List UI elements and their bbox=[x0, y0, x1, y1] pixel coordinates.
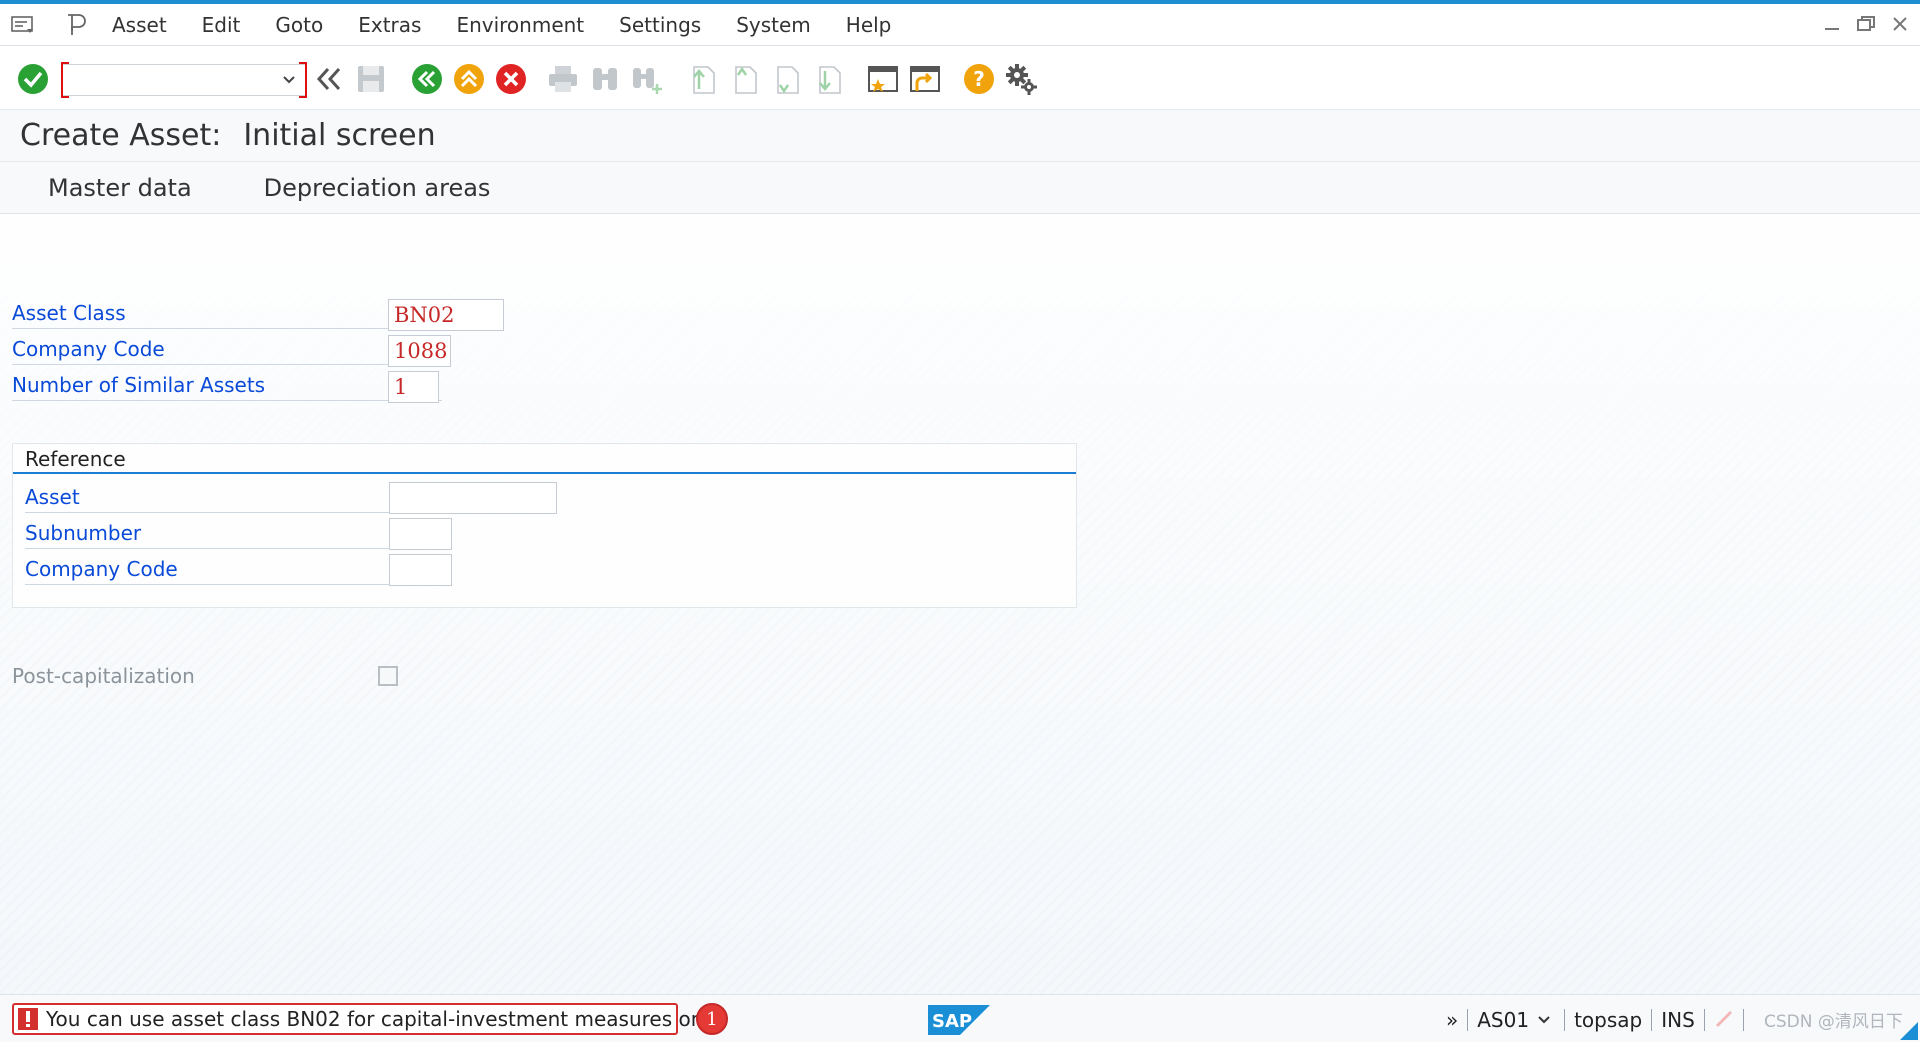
application-toolbar: Master data Depreciation areas bbox=[0, 162, 1920, 214]
main-content: Asset Class BN02 Company Code 1088 Numbe… bbox=[0, 214, 1920, 994]
save-icon bbox=[354, 62, 388, 96]
transaction-code[interactable]: AS01 bbox=[1477, 1008, 1529, 1032]
menu-edit[interactable]: Edit bbox=[200, 9, 243, 41]
help-icon[interactable]: ? bbox=[962, 62, 996, 96]
ref-company-code-label: Company Code bbox=[25, 557, 178, 581]
back-icon[interactable] bbox=[410, 62, 444, 96]
chevron-down-icon[interactable] bbox=[1537, 1011, 1551, 1030]
system-name: topsap bbox=[1574, 1008, 1643, 1032]
find-next-icon bbox=[630, 62, 664, 96]
asset-class-label: Asset Class bbox=[12, 301, 126, 325]
ref-asset-label: Asset bbox=[25, 485, 80, 509]
svg-text:?: ? bbox=[973, 67, 985, 91]
screen-title: Create Asset: Initial screen bbox=[0, 110, 1920, 162]
chevron-down-icon[interactable] bbox=[281, 70, 297, 90]
status-message-text: You can use asset class BN02 for capital… bbox=[46, 1007, 721, 1031]
recording-icon bbox=[1714, 1008, 1734, 1032]
close-icon[interactable] bbox=[1888, 12, 1912, 36]
command-field[interactable] bbox=[61, 62, 307, 98]
enter-icon[interactable] bbox=[16, 62, 50, 96]
menu-asset[interactable]: Asset bbox=[110, 9, 169, 41]
sap-logo-icon: SAP bbox=[928, 1005, 990, 1035]
resize-corner-icon[interactable] bbox=[1900, 1022, 1918, 1040]
ref-asset-row: Asset bbox=[25, 479, 401, 513]
annotation-badge: 1 bbox=[696, 1003, 728, 1035]
restore-icon[interactable] bbox=[1854, 12, 1878, 36]
next-page-icon bbox=[770, 62, 804, 96]
command-field-highlight-left bbox=[61, 62, 69, 98]
status-message[interactable]: You can use asset class BN02 for capital… bbox=[12, 1003, 721, 1035]
ref-company-code-field[interactable] bbox=[389, 554, 452, 586]
standard-toolbar: ? bbox=[0, 46, 1920, 110]
last-page-icon bbox=[812, 62, 846, 96]
asset-class-field[interactable]: BN02 bbox=[388, 299, 504, 331]
back-double-chevron-icon[interactable] bbox=[312, 62, 346, 96]
company-code-field[interactable]: 1088 bbox=[388, 335, 451, 367]
company-code-label: Company Code bbox=[12, 337, 165, 361]
menu-help[interactable]: Help bbox=[844, 9, 894, 41]
command-input[interactable] bbox=[71, 65, 271, 93]
error-icon bbox=[18, 1008, 38, 1030]
company-code-row: Company Code bbox=[12, 331, 442, 365]
menu-extras[interactable]: Extras bbox=[356, 9, 423, 41]
title-screen: Initial screen bbox=[243, 118, 436, 153]
master-data-button[interactable]: Master data bbox=[48, 174, 192, 202]
menu-toggle-icon[interactable] bbox=[6, 10, 40, 40]
depreciation-areas-button[interactable]: Depreciation areas bbox=[264, 174, 491, 202]
reference-header: Reference bbox=[13, 444, 1076, 474]
ref-subnumber-row: Subnumber bbox=[25, 515, 401, 549]
more-status-icon[interactable]: » bbox=[1446, 1008, 1458, 1032]
cancel-icon[interactable] bbox=[494, 62, 528, 96]
ref-company-code-row: Company Code bbox=[25, 551, 401, 585]
ref-subnumber-field[interactable] bbox=[389, 518, 452, 550]
similar-assets-label: Number of Similar Assets bbox=[12, 373, 266, 397]
reference-group: Reference Asset Subnumber Company Code bbox=[12, 443, 1077, 608]
customize-layout-icon[interactable] bbox=[1004, 62, 1038, 96]
menu-goto[interactable]: Goto bbox=[273, 9, 325, 41]
command-field-highlight-right bbox=[299, 62, 307, 98]
find-icon bbox=[588, 62, 622, 96]
watermark: CSDN @清风日下 bbox=[1764, 1012, 1903, 1032]
menu-settings[interactable]: Settings bbox=[617, 9, 703, 41]
minimize-icon[interactable] bbox=[1820, 12, 1844, 36]
first-page-icon bbox=[686, 62, 720, 96]
similar-assets-row: Number of Similar Assets bbox=[12, 367, 442, 401]
post-capitalization-checkbox[interactable] bbox=[378, 666, 398, 686]
ref-subnumber-label: Subnumber bbox=[25, 521, 142, 545]
personalize-icon[interactable] bbox=[58, 10, 92, 40]
previous-page-icon bbox=[728, 62, 762, 96]
post-capitalization-label: Post-capitalization bbox=[12, 664, 195, 688]
svg-text:SAP: SAP bbox=[932, 1011, 972, 1032]
menu-system[interactable]: System bbox=[734, 9, 813, 41]
insert-mode[interactable]: INS bbox=[1661, 1008, 1695, 1032]
print-icon bbox=[546, 62, 580, 96]
title-transaction: Create Asset: bbox=[20, 118, 222, 153]
ref-asset-field[interactable] bbox=[389, 482, 557, 514]
similar-assets-field[interactable]: 1 bbox=[388, 371, 439, 403]
reference-title: Reference bbox=[25, 447, 126, 471]
create-shortcut-icon[interactable] bbox=[908, 62, 942, 96]
menu-environment[interactable]: Environment bbox=[454, 9, 586, 41]
status-bar: You can use asset class BN02 for capital… bbox=[0, 994, 1920, 1042]
system-info: » AS01 topsap INS bbox=[1446, 1005, 1753, 1035]
asset-class-row: Asset Class bbox=[12, 295, 442, 329]
exit-icon[interactable] bbox=[452, 62, 486, 96]
menu-bar: Asset Edit Goto Extras Environment Setti… bbox=[0, 4, 1920, 46]
create-session-icon[interactable] bbox=[866, 62, 900, 96]
